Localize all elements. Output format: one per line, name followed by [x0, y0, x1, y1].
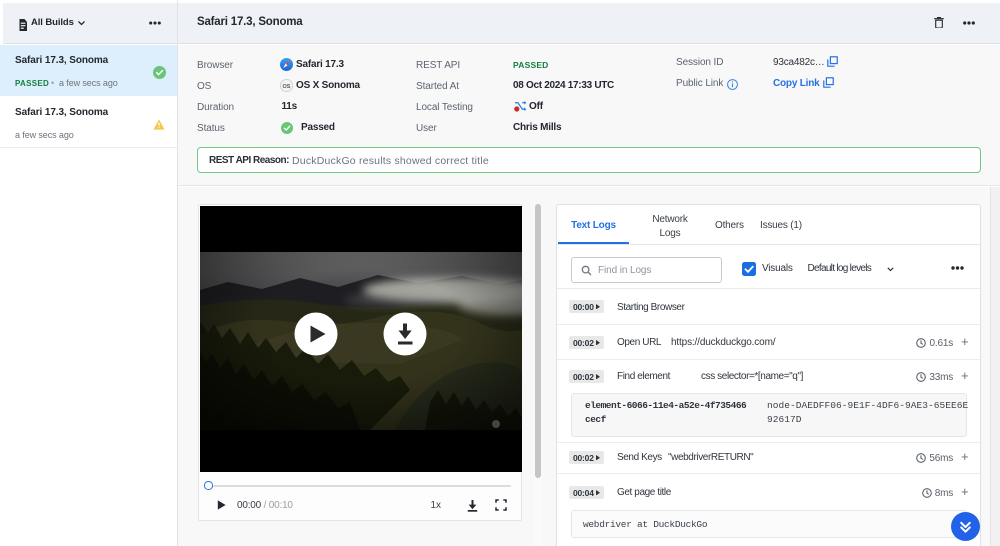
svg-text:OS: OS	[283, 84, 291, 90]
